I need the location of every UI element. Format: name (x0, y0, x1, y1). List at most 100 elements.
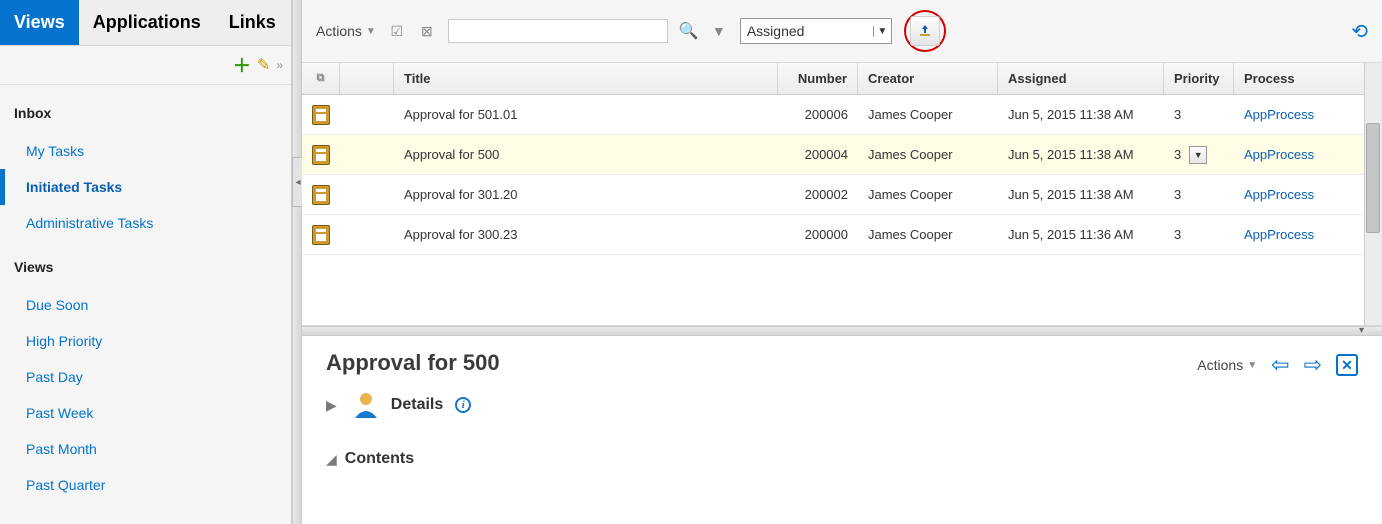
col-title[interactable]: Title (394, 63, 778, 94)
contents-label: Contents (345, 450, 414, 468)
expand-icon[interactable]: » (276, 58, 283, 72)
sidebar-item-high-priority[interactable]: High Priority (14, 323, 281, 359)
col-assigned[interactable]: Assigned (998, 63, 1164, 94)
detail-actions-menu[interactable]: Actions ▼ (1197, 357, 1257, 373)
clear-icon[interactable]: ⊠ (418, 22, 436, 40)
process-link[interactable]: AppProcess (1234, 99, 1382, 130)
sidebar-item-past-week[interactable]: Past Week (14, 395, 281, 431)
vertical-scrollbar[interactable] (1364, 63, 1382, 325)
search-input[interactable] (448, 19, 668, 43)
sidebar-tabs: Views Applications Links (0, 0, 291, 46)
checkbox-icon[interactable]: ☑ (388, 22, 406, 40)
tab-views[interactable]: Views (0, 0, 79, 45)
sidebar-toolbar: ＋ ✎ » (0, 46, 291, 85)
table-header: ⧉ Title Number Creator Assigned Priority… (302, 63, 1382, 95)
number-cell: 200006 (778, 99, 858, 130)
creator-cell: James Cooper (858, 179, 998, 210)
number-cell: 200002 (778, 179, 858, 210)
vertical-splitter[interactable]: ◂ (292, 0, 302, 524)
views-heading: Views (14, 259, 281, 275)
scrollbar-thumb[interactable] (1366, 123, 1380, 233)
priority-cell: 3 (1164, 99, 1234, 130)
task-icon-cell (302, 217, 340, 253)
detail-actions-label: Actions (1197, 357, 1243, 373)
add-icon[interactable]: ＋ (233, 52, 251, 78)
clipboard-icon (312, 185, 330, 205)
assigned-cell: Jun 5, 2015 11:36 AM (998, 219, 1164, 250)
app-root: Views Applications Links ＋ ✎ » Inbox My … (0, 0, 1382, 524)
detail-panel: Approval for 500 Actions ▼ ⇦ ⇨ ✕ ▶ (302, 336, 1382, 524)
task-icon-cell (302, 177, 340, 213)
table-row[interactable]: Approval for 301.20200002James CooperJun… (302, 175, 1382, 215)
info-icon[interactable]: i (455, 397, 471, 413)
sidebar-item-due-soon[interactable]: Due Soon (14, 287, 281, 323)
col-priority[interactable]: Priority (1164, 63, 1234, 94)
creator-cell: James Cooper (858, 139, 998, 170)
spacer-cell (340, 107, 394, 123)
col-process[interactable]: Process (1234, 63, 1382, 94)
sidebar-item-past-quarter[interactable]: Past Quarter (14, 467, 281, 503)
table-row[interactable]: Approval for 500200004James CooperJun 5,… (302, 135, 1382, 175)
sidebar-item-past-month[interactable]: Past Month (14, 431, 281, 467)
sidebar-content: Inbox My Tasks Initiated Tasks Administr… (0, 85, 291, 513)
highlight-circle (904, 10, 946, 52)
creator-cell: James Cooper (858, 99, 998, 130)
sidebar-item-administrative-tasks[interactable]: Administrative Tasks (14, 205, 281, 241)
chevron-down-icon: ▼ (1247, 360, 1257, 371)
export-button[interactable] (910, 16, 940, 46)
collapse-down-icon[interactable]: ▾ (1359, 325, 1364, 336)
sidebar-item-my-tasks[interactable]: My Tasks (14, 133, 281, 169)
process-link[interactable]: AppProcess (1234, 219, 1382, 250)
disclose-right-icon: ▶ (326, 397, 337, 414)
assigned-cell: Jun 5, 2015 11:38 AM (998, 179, 1164, 210)
tab-applications[interactable]: Applications (79, 0, 215, 45)
task-icon-cell (302, 97, 340, 133)
task-icon-cell (302, 137, 340, 173)
sidebar-item-initiated-tasks[interactable]: Initiated Tasks (0, 169, 281, 205)
table-row[interactable]: Approval for 501.01200006James CooperJun… (302, 95, 1382, 135)
number-cell: 200000 (778, 219, 858, 250)
state-filter-select[interactable]: Assigned ▼ (740, 18, 892, 44)
prev-arrow-icon[interactable]: ⇦ (1271, 352, 1289, 378)
title-cell: Approval for 300.23 (394, 219, 778, 250)
state-filter-value: Assigned (741, 19, 873, 43)
horizontal-splitter[interactable]: ▾ (302, 326, 1382, 336)
next-arrow-icon[interactable]: ⇨ (1304, 352, 1322, 378)
assigned-cell: Jun 5, 2015 11:38 AM (998, 99, 1164, 130)
title-cell: Approval for 501.01 (394, 99, 778, 130)
actions-menu[interactable]: Actions ▼ (316, 23, 376, 39)
col-creator[interactable]: Creator (858, 63, 998, 94)
title-cell: Approval for 500 (394, 139, 778, 170)
main-panel: Actions ▼ ☑ ⊠ 🔍 ▼ Assigned ▼ ⟲ (302, 0, 1382, 524)
priority-cell: 3 (1164, 219, 1234, 250)
details-label: Details (391, 396, 443, 414)
tab-links[interactable]: Links (215, 0, 290, 45)
clipboard-icon (312, 225, 330, 245)
search-icon[interactable]: 🔍 (680, 22, 698, 40)
clipboard-icon (312, 105, 330, 125)
process-link[interactable]: AppProcess (1234, 139, 1382, 170)
refresh-icon[interactable]: ⟲ (1351, 19, 1368, 44)
priority-cell: 3 (1164, 179, 1234, 210)
main-toolbar: Actions ▼ ☑ ⊠ 🔍 ▼ Assigned ▼ ⟲ (302, 0, 1382, 62)
details-section-header[interactable]: ▶ Details i (326, 390, 1358, 420)
col-number[interactable]: Number (778, 63, 858, 94)
table-row[interactable]: Approval for 300.23200000James CooperJun… (302, 215, 1382, 255)
spacer-cell (340, 187, 394, 203)
edit-icon[interactable]: ✎ (257, 55, 270, 75)
number-cell: 200004 (778, 139, 858, 170)
sidebar-item-past-day[interactable]: Past Day (14, 359, 281, 395)
close-detail-icon[interactable]: ✕ (1336, 354, 1358, 376)
spacer-cell (340, 147, 394, 163)
priority-dropdown-icon[interactable]: ▼ (1189, 146, 1207, 164)
disclose-down-icon: ◢ (326, 451, 337, 468)
contents-section-header[interactable]: ◢ Contents (326, 450, 1358, 468)
col-select[interactable]: ⧉ (302, 63, 340, 94)
upload-icon (917, 23, 933, 39)
process-link[interactable]: AppProcess (1234, 179, 1382, 210)
sidebar: Views Applications Links ＋ ✎ » Inbox My … (0, 0, 292, 524)
title-cell: Approval for 301.20 (394, 179, 778, 210)
spacer-cell (340, 227, 394, 243)
clipboard-icon (312, 145, 330, 165)
search-options-icon[interactable]: ▼ (710, 22, 728, 40)
